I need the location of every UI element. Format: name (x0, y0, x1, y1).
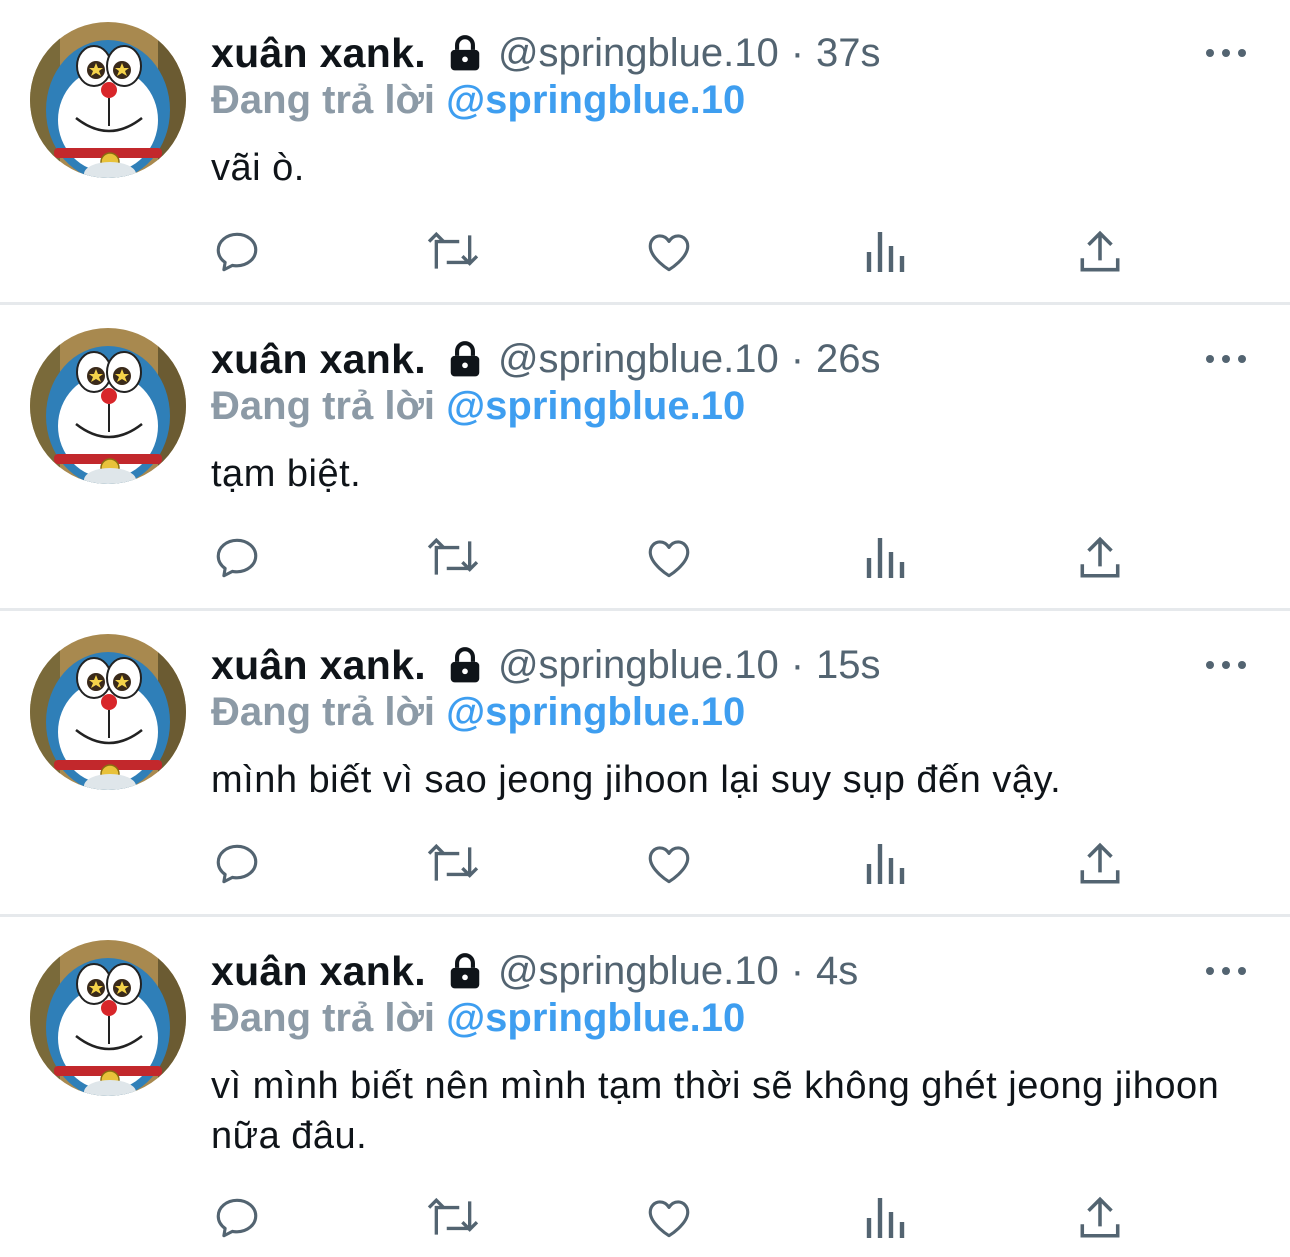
views-icon[interactable] (855, 528, 915, 588)
like-icon[interactable] (639, 834, 699, 894)
like-icon[interactable] (639, 1188, 699, 1248)
share-icon[interactable] (1070, 528, 1130, 588)
tweet[interactable]: xuân xank. @springblue.10 · 37s Đang trả… (0, 0, 1290, 305)
author-handle[interactable]: @springblue.10 (498, 949, 779, 994)
tweet-text: vì mình biết nên mình tạm thời sẽ không … (211, 1065, 1220, 1157)
lock-icon (446, 952, 484, 990)
tweet-header: xuân xank. @springblue.10 · 37s (211, 28, 881, 78)
views-icon[interactable] (855, 222, 915, 282)
author-name[interactable]: xuân xank. (211, 30, 426, 77)
tweet-header: xuân xank. @springblue.10 · 15s (211, 640, 881, 690)
share-icon[interactable] (1070, 834, 1130, 894)
doraemon-avatar-image (30, 634, 186, 790)
tweet[interactable]: xuân xank. @springblue.10 · 15s Đang trả… (0, 612, 1290, 917)
tweet-actions (0, 528, 1290, 588)
author-name[interactable]: xuân xank. (211, 642, 426, 689)
separator-dot: · (790, 948, 805, 993)
retweet-icon[interactable] (423, 1188, 483, 1248)
timestamp[interactable]: 37s (816, 31, 881, 76)
timestamp[interactable]: 4s (816, 949, 858, 994)
author-handle[interactable]: @springblue.10 (498, 337, 779, 382)
tweet[interactable]: xuân xank. @springblue.10 · 26s Đang trả… (0, 306, 1290, 611)
replying-to: Đang trả lời @springblue.10 (211, 690, 745, 735)
tweet-actions (0, 834, 1290, 894)
share-icon[interactable] (1070, 1188, 1130, 1248)
reply-icon[interactable] (207, 1188, 267, 1248)
replying-label: Đang trả lời (211, 690, 436, 734)
retweet-icon[interactable] (423, 528, 483, 588)
avatar[interactable] (30, 328, 186, 484)
views-icon[interactable] (855, 1188, 915, 1248)
share-icon[interactable] (1070, 222, 1130, 282)
views-icon[interactable] (855, 834, 915, 894)
author-handle[interactable]: @springblue.10 (498, 643, 779, 688)
author-name[interactable]: xuân xank. (211, 336, 426, 383)
like-icon[interactable] (639, 528, 699, 588)
replying-to: Đang trả lời @springblue.10 (211, 78, 745, 123)
reply-icon[interactable] (207, 834, 267, 894)
lock-icon (446, 34, 484, 72)
avatar[interactable] (30, 634, 186, 790)
timestamp[interactable]: 15s (816, 643, 881, 688)
more-icon[interactable] (1206, 956, 1246, 986)
more-icon[interactable] (1206, 344, 1246, 374)
lock-icon (446, 646, 484, 684)
replying-label: Đang trả lời (211, 78, 436, 122)
tweet-actions (0, 1188, 1290, 1248)
replying-label: Đang trả lời (211, 996, 436, 1040)
separator-dot: · (790, 642, 805, 687)
separator-dot: · (790, 336, 805, 381)
replying-label: Đang trả lời (211, 384, 436, 428)
reply-icon[interactable] (207, 222, 267, 282)
replying-mention-link[interactable]: @springblue.10 (446, 996, 745, 1040)
like-icon[interactable] (639, 222, 699, 282)
lock-icon (446, 340, 484, 378)
replying-mention-link[interactable]: @springblue.10 (446, 690, 745, 734)
timestamp[interactable]: 26s (816, 337, 881, 382)
reply-icon[interactable] (207, 528, 267, 588)
more-icon[interactable] (1206, 38, 1246, 68)
author-name[interactable]: xuân xank. (211, 948, 426, 995)
avatar[interactable] (30, 940, 186, 1096)
more-icon[interactable] (1206, 650, 1246, 680)
tweet-text: tạm biệt. (211, 453, 362, 495)
retweet-icon[interactable] (423, 222, 483, 282)
doraemon-avatar-image (30, 940, 186, 1096)
tweet-header: xuân xank. @springblue.10 · 26s (211, 334, 881, 384)
avatar[interactable] (30, 22, 186, 178)
doraemon-avatar-image (30, 22, 186, 178)
tweet-actions (0, 222, 1290, 282)
author-handle[interactable]: @springblue.10 (498, 31, 779, 76)
tweet-text: vãi ò. (211, 147, 305, 189)
replying-to: Đang trả lời @springblue.10 (211, 996, 745, 1041)
replying-mention-link[interactable]: @springblue.10 (446, 78, 745, 122)
separator-dot: · (790, 30, 805, 75)
replying-to: Đang trả lời @springblue.10 (211, 384, 745, 429)
tweet-text: mình biết vì sao jeong jihoon lại suy sụ… (211, 759, 1062, 801)
replying-mention-link[interactable]: @springblue.10 (446, 384, 745, 428)
tweet-header: xuân xank. @springblue.10 · 4s (211, 946, 858, 996)
doraemon-avatar-image (30, 328, 186, 484)
tweet[interactable]: xuân xank. @springblue.10 · 4s Đang trả … (0, 918, 1290, 1257)
retweet-icon[interactable] (423, 834, 483, 894)
